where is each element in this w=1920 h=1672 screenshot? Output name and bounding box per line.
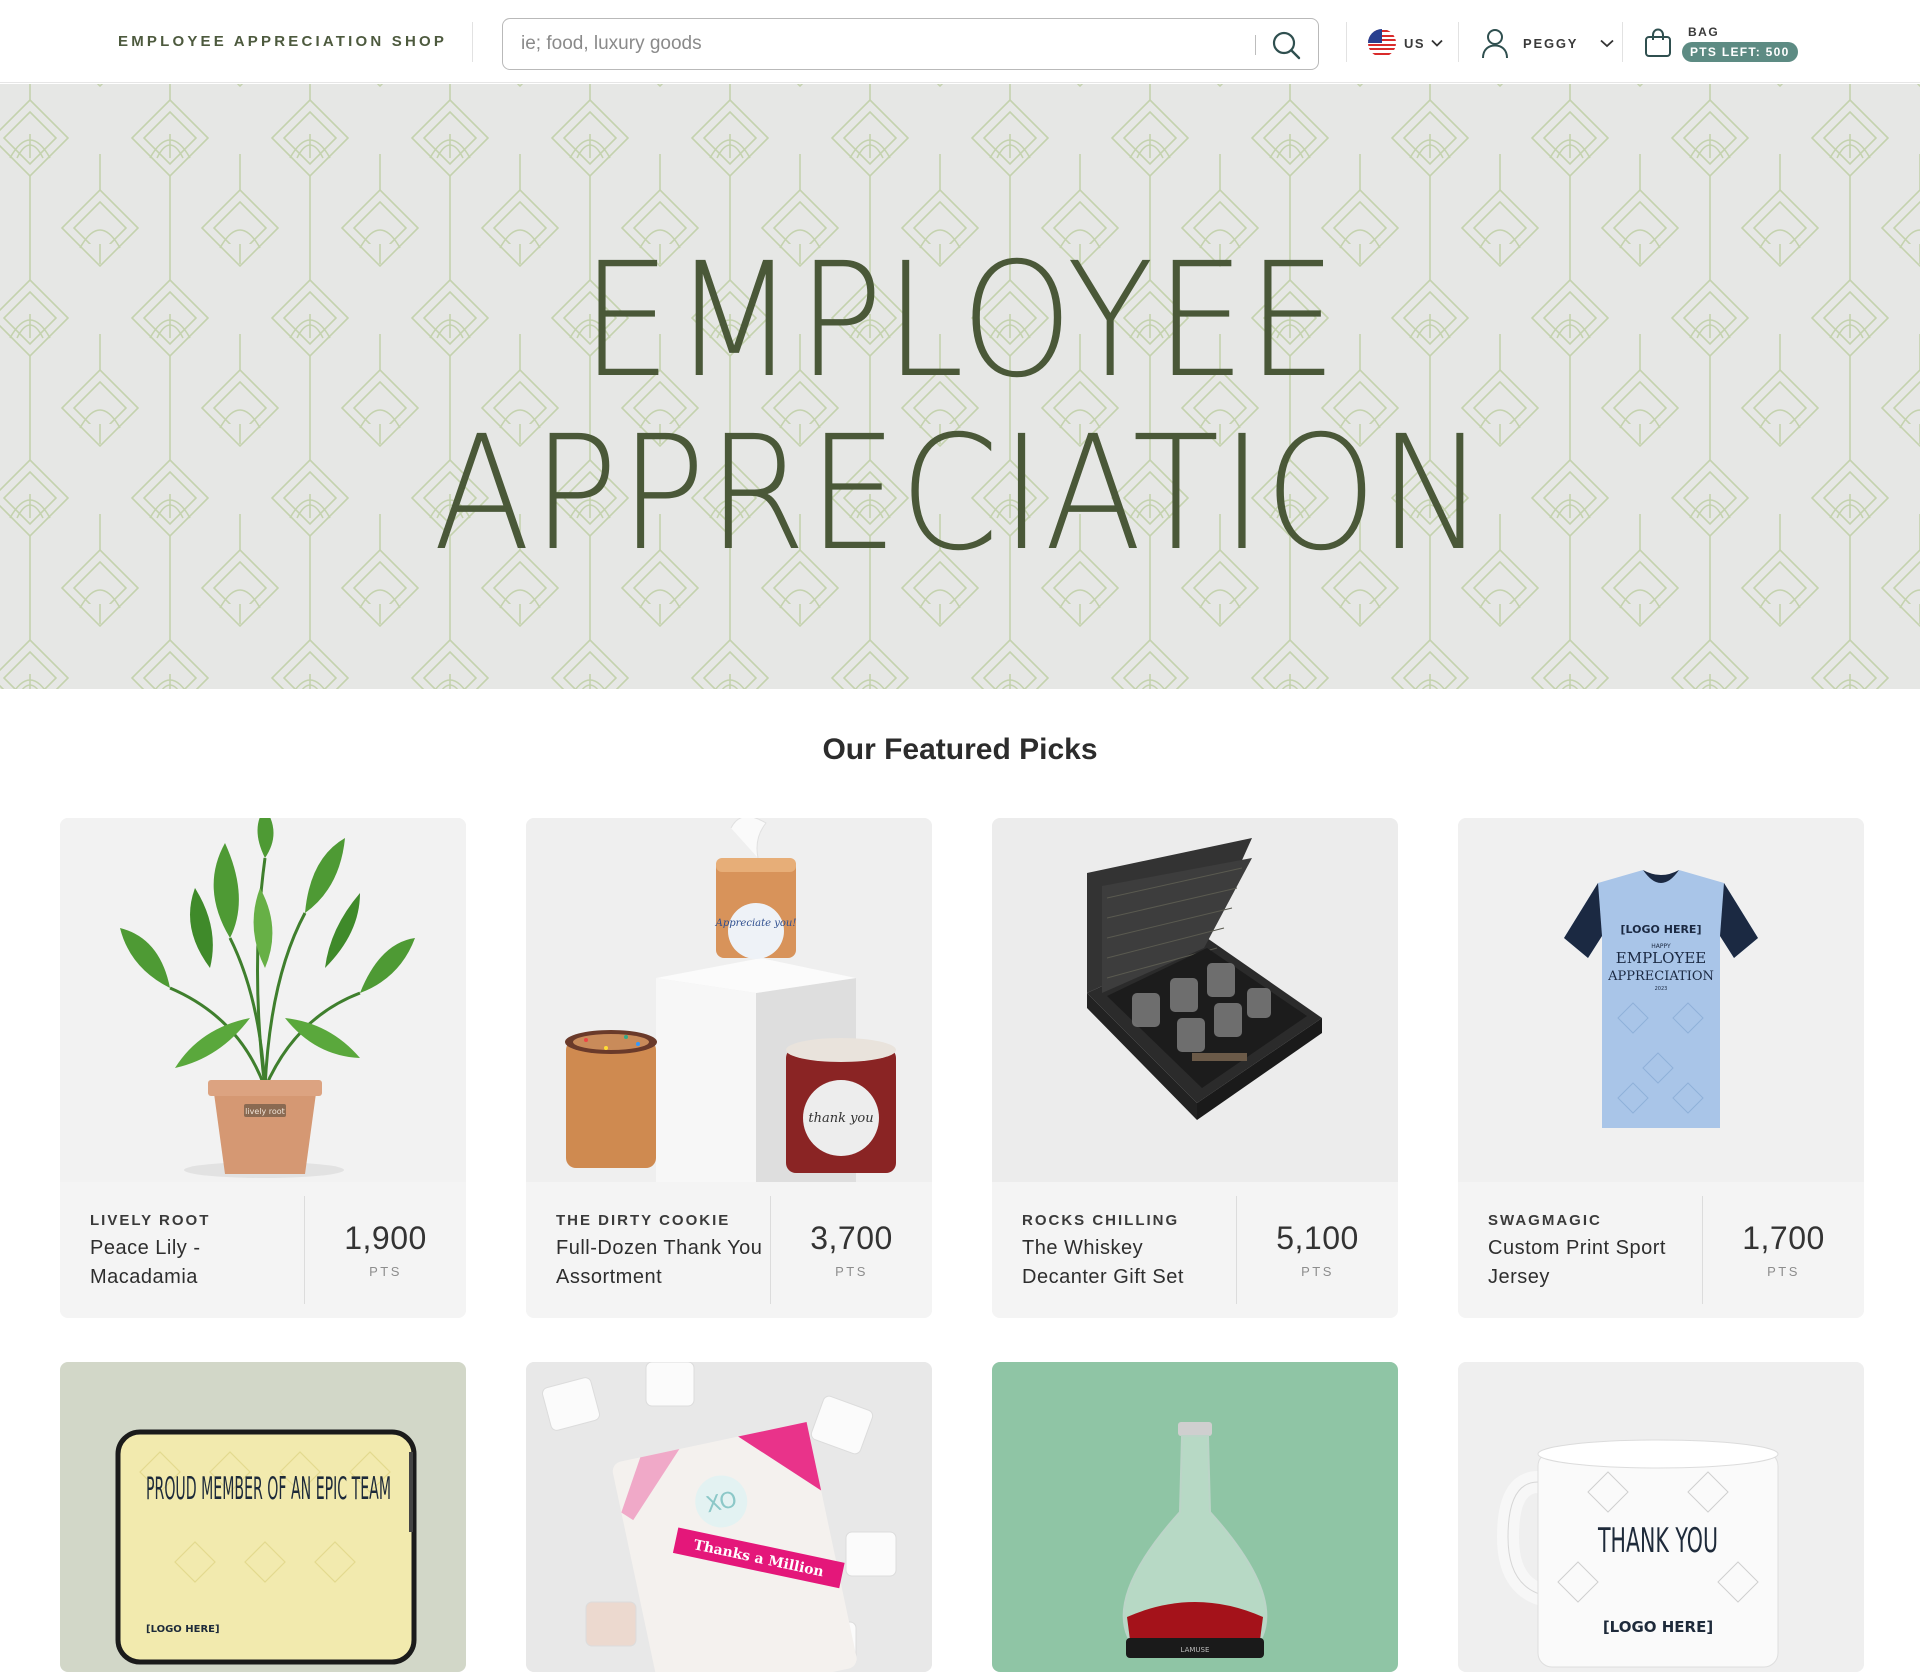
- product-image: PROUD MEMBER OF AN EPIC TEAM [LOGO HERE]: [60, 1362, 466, 1672]
- product-card[interactable]: ROCKS CHILLING The Whiskey Decanter Gift…: [992, 818, 1398, 1318]
- header-divider: [1458, 22, 1459, 62]
- cookie-label-1: Appreciate you!: [715, 918, 797, 929]
- header-divider: [1346, 22, 1347, 62]
- product-info: THE DIRTY COOKIE Full-Dozen Thank You As…: [526, 1182, 932, 1318]
- search-icon: [1272, 31, 1301, 60]
- hero-title-line-1: EMPLOYEE: [581, 229, 1339, 413]
- product-name: Custom Print Sport Jersey: [1488, 1237, 1666, 1288]
- product-name: Full-Dozen Thank You Assortment: [556, 1237, 763, 1288]
- points-left-badge: PTS LEFT: 500: [1682, 42, 1798, 62]
- product-price: 3,700: [810, 1220, 893, 1256]
- bag-label: BAG: [1688, 25, 1720, 39]
- product-name: The Whiskey Decanter Gift Set: [1022, 1237, 1184, 1288]
- price-unit: PTS: [1301, 1264, 1334, 1279]
- product-image: lively root: [60, 818, 466, 1182]
- search-input[interactable]: [521, 31, 1241, 57]
- product-vendor: THE DIRTY COOKIE: [556, 1212, 731, 1229]
- product-price: 1,900: [344, 1220, 427, 1256]
- us-flag-icon: [1368, 29, 1396, 57]
- price-unit: PTS: [1767, 1264, 1800, 1279]
- chevron-down-icon: [1431, 39, 1443, 47]
- product-image: XO Thanks a Million: [526, 1362, 932, 1672]
- search-button[interactable]: [1269, 28, 1303, 62]
- product-info: ROCKS CHILLING The Whiskey Decanter Gift…: [992, 1182, 1398, 1318]
- locale-label: US: [1404, 35, 1426, 51]
- hero-title-line-2: APPRECIATION: [433, 402, 1487, 586]
- jersey-year: 2023: [1655, 986, 1668, 992]
- featured-section-title: Our Featured Picks: [822, 733, 1098, 766]
- top-header: EMPLOYEE APPRECIATION SHOP US PEGGY: [0, 0, 1920, 83]
- product-vendor: LIVELY ROOT: [90, 1212, 211, 1229]
- locale-selector[interactable]: US: [1368, 28, 1443, 58]
- chevron-down-icon: [1600, 39, 1614, 48]
- product-image: LAMUSE: [992, 1362, 1398, 1672]
- product-card[interactable]: lively root LIVELY ROOT Peace Lily - Mac…: [60, 818, 466, 1318]
- sleeve-logo-text: [LOGO HERE]: [146, 1624, 220, 1635]
- product-vendor: ROCKS CHILLING: [1022, 1212, 1180, 1229]
- product-image: THANK YOU [LOGO HERE]: [1458, 1362, 1864, 1672]
- jersey-logo-text: [LOGO HERE]: [1621, 923, 1702, 936]
- product-name: Peace Lily - Macadamia: [90, 1237, 201, 1288]
- sleeve-text: PROUD MEMBER OF AN EPIC TEAM: [146, 1471, 391, 1507]
- product-info: LIVELY ROOT Peace Lily - Macadamia 1,900…: [60, 1182, 466, 1318]
- mug-logo-text: [LOGO HERE]: [1603, 1618, 1713, 1636]
- jersey-text-1: EMPLOYEE: [1616, 949, 1706, 967]
- product-image: [LOGO HERE] HAPPY EMPLOYEE APPRECIATION …: [1458, 818, 1864, 1182]
- search-divider: [1255, 35, 1256, 55]
- product-image: [992, 818, 1398, 1182]
- decanter-brand-text: LAMUSE: [1181, 1646, 1210, 1654]
- shopping-bag-icon: [1645, 28, 1671, 57]
- header-divider: [472, 22, 473, 62]
- product-card[interactable]: XO Thanks a Million: [526, 1362, 932, 1672]
- price-unit: PTS: [835, 1264, 868, 1279]
- cookie-label-2: thank you: [808, 1111, 873, 1126]
- product-image: Appreciate you! thank you: [526, 818, 932, 1182]
- mug-text: THANK YOU: [1597, 1521, 1718, 1561]
- jersey-text-2: APPRECIATION: [1607, 969, 1714, 984]
- hero-banner: EMPLOYEE APPRECIATION: [0, 84, 1920, 689]
- product-info: SWAGMAGIC Custom Print Sport Jersey 1,70…: [1458, 1182, 1864, 1318]
- user-name: PEGGY: [1523, 35, 1579, 51]
- search-bar: [502, 18, 1319, 70]
- user-icon: [1482, 29, 1508, 59]
- product-card[interactable]: [LOGO HERE] HAPPY EMPLOYEE APPRECIATION …: [1458, 818, 1864, 1318]
- header-divider: [1622, 22, 1623, 62]
- product-price: 1,700: [1742, 1220, 1825, 1256]
- product-card[interactable]: PROUD MEMBER OF AN EPIC TEAM [LOGO HERE]: [60, 1362, 466, 1672]
- product-price: 5,100: [1276, 1220, 1359, 1256]
- product-card[interactable]: LAMUSE: [992, 1362, 1398, 1672]
- pot-label: lively root: [245, 1107, 285, 1116]
- account-menu[interactable]: PEGGY: [1481, 26, 1614, 60]
- product-vendor: SWAGMAGIC: [1488, 1212, 1602, 1229]
- shop-logo[interactable]: EMPLOYEE APPRECIATION SHOP: [118, 33, 447, 50]
- product-card[interactable]: Appreciate you! thank you THE DIRTY COOK…: [526, 818, 932, 1318]
- price-unit: PTS: [369, 1264, 402, 1279]
- product-card[interactable]: THANK YOU [LOGO HERE]: [1458, 1362, 1864, 1672]
